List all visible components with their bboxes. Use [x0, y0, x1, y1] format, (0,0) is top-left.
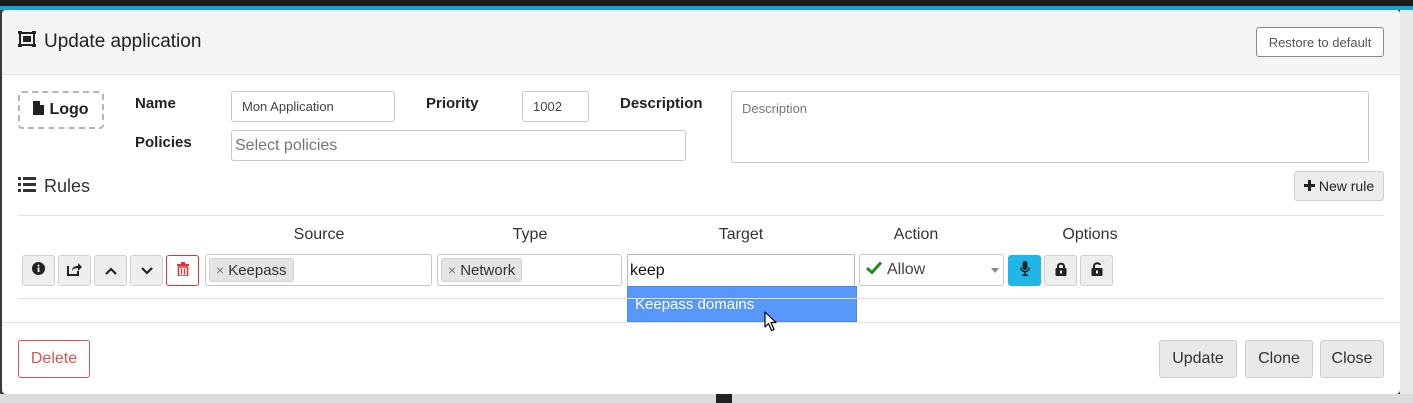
description-label: Description [620, 95, 703, 112]
policies-placeholder: Select policies [235, 136, 338, 154]
share-icon [67, 262, 82, 280]
column-type: Type [512, 226, 548, 243]
delete-button[interactable]: Delete [18, 340, 90, 378]
target-search-input[interactable]: keep [627, 254, 855, 286]
background-bottom-divider [716, 394, 732, 403]
footer-divider [2, 322, 1400, 323]
type-tag: × Network [441, 258, 523, 282]
rules-divider-bottom [18, 298, 1384, 299]
window-restore-icon [18, 30, 36, 54]
remove-tag-icon[interactable]: × [216, 262, 224, 278]
policies-label: Policies [135, 134, 192, 151]
list-icon [18, 176, 36, 197]
name-input[interactable]: Mon Application [231, 91, 395, 122]
option-unlock-open-button[interactable] [1080, 255, 1113, 286]
rule-export-button[interactable] [58, 255, 91, 286]
logo-label: Logo [49, 101, 89, 118]
priority-input[interactable]: 1002 [522, 91, 589, 122]
modal-title-text: Update application [44, 31, 202, 52]
type-tag-label: Network [460, 261, 516, 279]
logo-upload-button[interactable]: Logo [18, 91, 104, 129]
action-select[interactable]: Allow [859, 254, 1004, 286]
trash-icon [176, 261, 189, 280]
option-microphone-button[interactable] [1008, 255, 1041, 286]
target-suggestion-option[interactable]: Keepass domains [627, 286, 857, 322]
rules-title-text: Rules [44, 176, 91, 196]
rule-move-down-button[interactable] [130, 255, 163, 286]
new-rule-button[interactable]: New rule [1294, 171, 1384, 201]
clone-button[interactable]: Clone [1245, 340, 1313, 378]
column-target: Target [718, 226, 764, 243]
rules-title: Rules [18, 176, 90, 197]
option-unlock-button[interactable] [1044, 255, 1077, 286]
description-textarea[interactable]: Description [731, 91, 1369, 163]
type-select[interactable]: × Network [437, 254, 622, 286]
rule-delete-button[interactable] [166, 255, 199, 286]
modal-title: Update application [18, 30, 201, 54]
background-bottom-edge [0, 394, 1413, 403]
rules-divider-top [18, 215, 1384, 216]
remove-tag-icon[interactable]: × [448, 262, 456, 278]
chevron-up-icon [104, 262, 117, 279]
new-rule-label: New rule [1318, 178, 1375, 194]
info-icon [32, 262, 45, 279]
update-application-modal: Update application Restore to default Lo… [2, 10, 1400, 394]
file-icon [33, 100, 45, 120]
rule-move-up-button[interactable] [94, 255, 127, 286]
microphone-icon [1019, 261, 1030, 280]
background-right-edge [1400, 10, 1413, 403]
check-icon [865, 261, 883, 279]
update-button[interactable]: Update [1159, 340, 1237, 378]
restore-default-button[interactable]: Restore to default [1256, 27, 1384, 57]
mouse-pointer-icon [764, 311, 778, 336]
source-tag-label: Keepass [228, 261, 287, 279]
priority-label: Priority [426, 95, 479, 112]
chevron-down-icon [991, 268, 999, 273]
modal-header: Update application Restore to default [2, 10, 1400, 75]
column-action: Action [893, 226, 939, 243]
close-button[interactable]: Close [1320, 340, 1384, 378]
source-select[interactable]: × Keepass [205, 254, 432, 286]
column-source: Source [293, 226, 345, 243]
policies-select[interactable]: Select policies [231, 130, 686, 161]
plus-icon [1303, 178, 1315, 194]
chevron-down-icon [140, 262, 153, 279]
column-options: Options [1062, 226, 1118, 243]
source-tag: × Keepass [209, 258, 294, 282]
action-value: Allow [887, 261, 926, 278]
name-label: Name [135, 95, 176, 112]
rule-info-button[interactable] [22, 255, 55, 286]
unlock-icon [1055, 262, 1067, 280]
unlock-open-icon [1091, 261, 1103, 280]
